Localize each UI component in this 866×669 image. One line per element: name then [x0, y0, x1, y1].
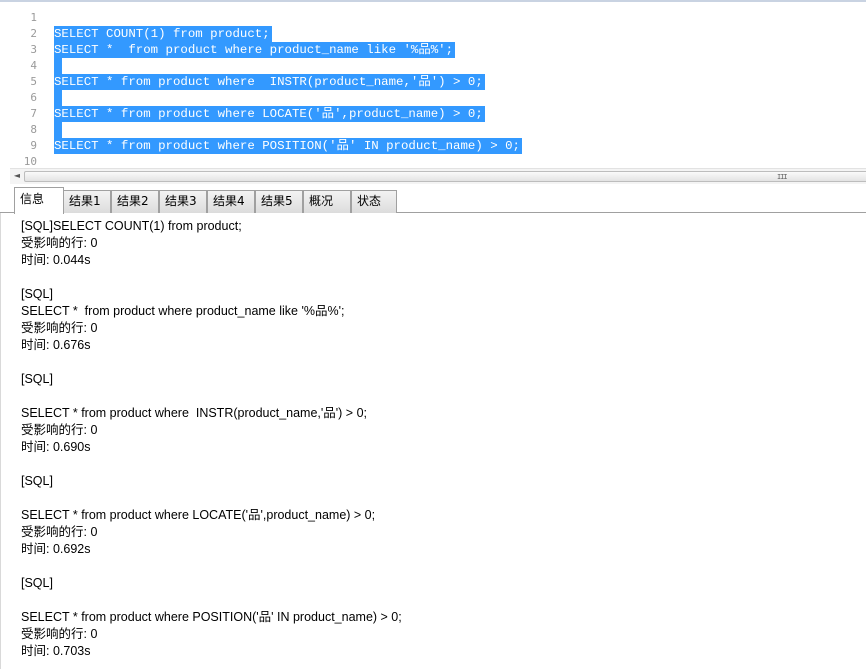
- output-line: [SQL]SELECT COUNT(1) from product;: [21, 219, 242, 233]
- tab-label: 信息: [20, 192, 45, 206]
- output-line: [SQL]: [21, 474, 53, 488]
- line-number: 2: [30, 27, 37, 40]
- editor-line[interactable]: 5 SELECT * from product where INSTR(prod…: [0, 74, 866, 90]
- tab-label: 结果5: [261, 194, 293, 208]
- code-text[interactable]: SELECT * from product where POSITION('品'…: [54, 138, 522, 154]
- output-line: SELECT * from product where product_name…: [21, 304, 345, 318]
- editor-line[interactable]: 8: [0, 122, 866, 138]
- tab-result-3[interactable]: 结果3: [159, 190, 207, 213]
- editor-line[interactable]: 3 SELECT * from product where product_na…: [0, 42, 866, 58]
- tab-result-1[interactable]: 结果1: [63, 190, 111, 213]
- editor-line[interactable]: 7 SELECT * from product where LOCATE('品'…: [0, 106, 866, 122]
- code-text[interactable]: SELECT * from product where INSTR(produc…: [54, 74, 485, 90]
- tab-label: 状态: [357, 194, 382, 208]
- line-number: 3: [30, 43, 37, 56]
- selection-gap: [54, 90, 62, 106]
- output-line: [SQL]: [21, 372, 53, 386]
- line-number: 8: [30, 123, 37, 136]
- output-line: SELECT * from product where POSITION('品'…: [21, 610, 402, 624]
- editor-line[interactable]: 2 SELECT COUNT(1) from product;: [0, 26, 866, 42]
- editor-line[interactable]: 4: [0, 58, 866, 74]
- tab-label: 结果3: [165, 194, 197, 208]
- tab-info[interactable]: 信息: [14, 187, 64, 214]
- selection-gap: [54, 122, 62, 138]
- output-line: SELECT * from product where LOCATE('品',p…: [21, 508, 376, 522]
- line-number: 4: [30, 59, 37, 72]
- tab-label: 概况: [309, 194, 334, 208]
- scrollbar-grip-icon: III: [777, 173, 788, 181]
- tab-label: 结果1: [69, 194, 101, 208]
- line-number: 9: [30, 139, 37, 152]
- message-output-panel[interactable]: [SQL]SELECT COUNT(1) from product; 受影响的行…: [0, 213, 866, 669]
- output-line: 时间: 0.676s: [21, 338, 91, 352]
- output-line: [SQL]: [21, 576, 53, 590]
- output-line: 时间: 0.044s: [21, 253, 91, 267]
- tab-result-2[interactable]: 结果2: [111, 190, 159, 213]
- code-text[interactable]: SELECT * from product where LOCATE('品',p…: [54, 106, 485, 122]
- line-number: 5: [30, 75, 37, 88]
- line-number: 7: [30, 107, 37, 120]
- tab-label: 结果4: [213, 194, 245, 208]
- horizontal-scrollbar[interactable]: ◄ III: [10, 168, 866, 184]
- tab-result-5[interactable]: 结果5: [255, 190, 303, 213]
- scrollbar-thumb[interactable]: III: [24, 171, 866, 182]
- code-text[interactable]: SELECT * from product where product_name…: [54, 42, 456, 58]
- sql-editor[interactable]: 1 2 SELECT COUNT(1) from product; 3 SELE…: [0, 0, 866, 168]
- output-line: SELECT * from product where INSTR(produc…: [21, 406, 367, 420]
- output-line: 时间: 0.703s: [21, 644, 91, 658]
- scroll-left-arrow-icon[interactable]: ◄: [12, 171, 22, 181]
- tab-result-4[interactable]: 结果4: [207, 190, 255, 213]
- output-line: [SQL]: [21, 287, 53, 301]
- code-text[interactable]: SELECT COUNT(1) from product;: [54, 26, 272, 42]
- editor-line[interactable]: 9 SELECT * from product where POSITION('…: [0, 138, 866, 154]
- line-number: 1: [30, 11, 37, 24]
- editor-line[interactable]: 1: [0, 10, 866, 26]
- output-line: 受影响的行: 0: [21, 525, 98, 539]
- output-line: 受影响的行: 0: [21, 627, 98, 641]
- tab-status[interactable]: 状态: [351, 190, 397, 213]
- output-line: 时间: 0.690s: [21, 440, 91, 454]
- line-number: 6: [30, 91, 37, 104]
- selection-gap: [54, 58, 62, 74]
- tab-overview[interactable]: 概况: [303, 190, 351, 213]
- editor-line[interactable]: 6: [0, 90, 866, 106]
- output-line: 受影响的行: 0: [21, 423, 98, 437]
- result-tab-bar: 信息 结果1 结果2 结果3 结果4 结果5 概况 状态: [0, 186, 866, 214]
- output-line: 受影响的行: 0: [21, 236, 98, 250]
- output-line: 受影响的行: 0: [21, 321, 98, 335]
- output-line: 时间: 0.692s: [21, 542, 91, 556]
- tab-label: 结果2: [117, 194, 149, 208]
